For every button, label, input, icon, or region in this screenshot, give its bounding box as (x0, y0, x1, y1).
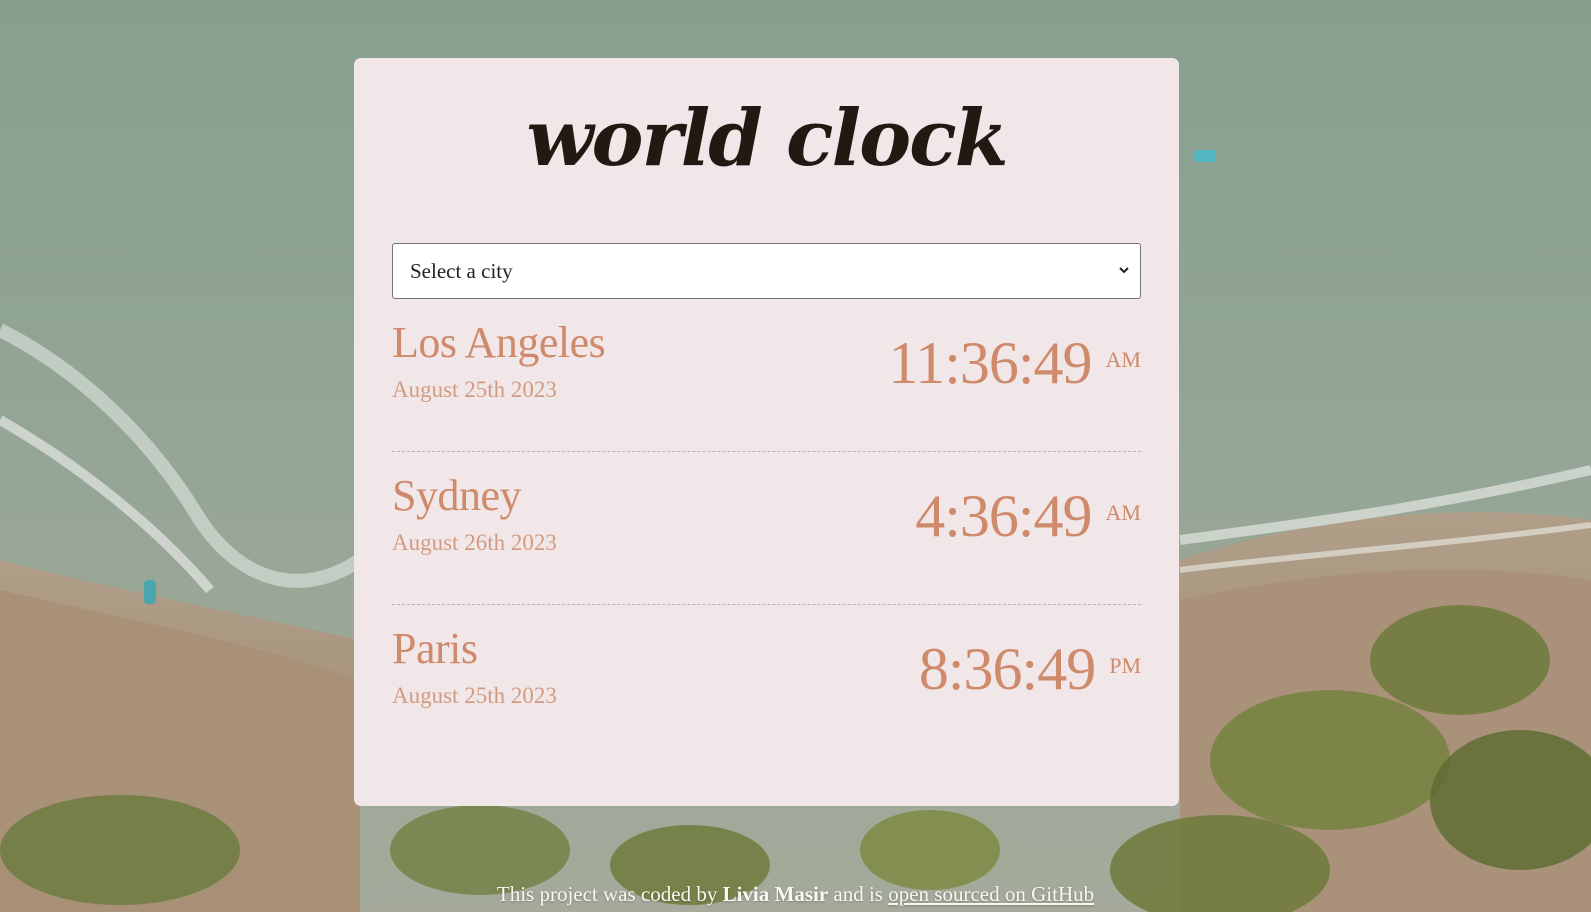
github-link[interactable]: open sourced on GitHub (888, 882, 1094, 906)
footer-author: Livia Masir (722, 882, 829, 906)
time-ampm: AM (1105, 347, 1141, 372)
chevron-down-icon (1119, 267, 1129, 274)
city-time: 4:36:49 AM (915, 482, 1141, 551)
footer: This project was coded by Livia Masir an… (0, 882, 1591, 907)
time-ampm: PM (1109, 653, 1141, 678)
city-row-sydney: Sydney August 26th 2023 4:36:49 AM (392, 452, 1141, 605)
city-select[interactable]: Select a city (392, 243, 1141, 299)
city-row-los-angeles: Los Angeles August 25th 2023 11:36:49 AM (392, 299, 1141, 452)
page-title: world clock (526, 93, 1008, 184)
world-clock-card: world clock Select a city Los Angeles Au… (354, 58, 1179, 806)
time-value: 8:36:49 (918, 636, 1096, 702)
city-name: Paris (392, 624, 478, 673)
footer-middle: and is (833, 882, 883, 906)
city-name: Los Angeles (392, 318, 606, 367)
city-select-value: Select a city (410, 259, 513, 283)
time-ampm: AM (1105, 500, 1141, 525)
city-date: August 26th 2023 (392, 530, 557, 555)
time-value: 11:36:49 (888, 330, 1092, 396)
city-date: August 25th 2023 (392, 683, 557, 708)
footer-prefix: This project was coded by (496, 882, 718, 906)
time-value: 4:36:49 (915, 483, 1092, 549)
city-time: 11:36:49 AM (888, 329, 1141, 398)
city-date: August 25th 2023 (392, 377, 557, 402)
city-name: Sydney (392, 471, 522, 520)
city-row-paris: Paris August 25th 2023 8:36:49 PM (392, 605, 1141, 758)
city-time: 8:36:49 PM (919, 635, 1141, 704)
